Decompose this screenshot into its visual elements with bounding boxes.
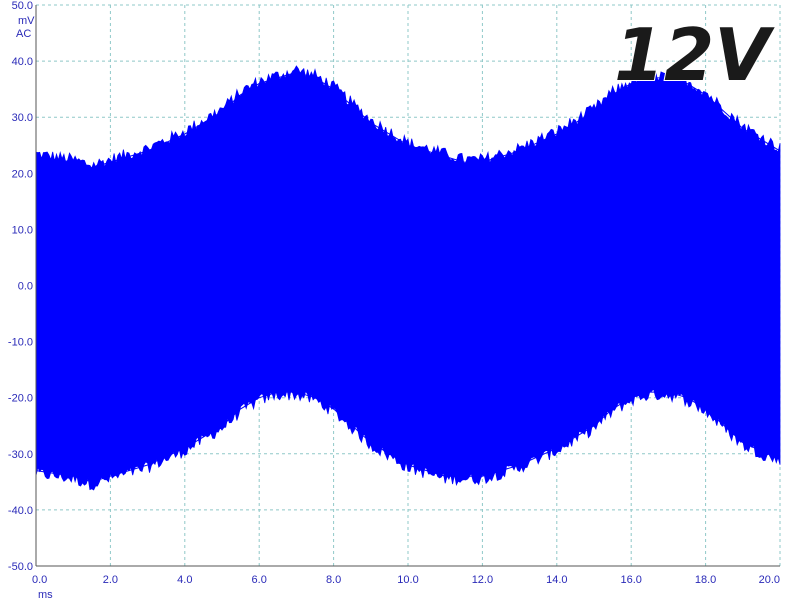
x-tick-label: 16.0 [620, 574, 641, 586]
y-tick-label: 20.0 [12, 168, 33, 180]
y-tick-label: -30.0 [8, 449, 33, 461]
y-tick-labels: 50.0 40.0 30.0 20.0 10.0 0.0 -10.0 -20.0 -30.0 -4… [8, 0, 33, 573]
x-tick-label: 10.0 [397, 574, 418, 586]
y-tick-label: -20.0 [8, 393, 33, 405]
x-tick-labels: 0.0 2.0 4.0 6.0 8.0 10.0 12.0 14.0 16.0 18.0 20.0 [32, 574, 780, 586]
x-tick-label: 6.0 [252, 574, 267, 586]
signal-band [35, 65, 781, 491]
oscilloscope-chart: 50.0 40.0 30.0 20.0 10.0 0.0 -10.0 -20.0 -30.0 -4… [8, 0, 781, 600]
y-tick-label: 50.0 [12, 0, 33, 12]
x-tick-label: 12.0 [472, 574, 493, 586]
y-tick-label: -10.0 [8, 337, 33, 349]
y-tick-label: 10.0 [12, 224, 33, 236]
y-unit-label: mV [18, 15, 35, 27]
x-tick-label: 14.0 [546, 574, 567, 586]
y-tick-label: 0.0 [18, 281, 33, 293]
signal-trace-group [35, 65, 781, 491]
x-tick-label: 20.0 [759, 574, 780, 586]
x-tick-label: 0.0 [32, 574, 47, 586]
y-tick-label: -50.0 [8, 561, 33, 573]
x-tick-label: 18.0 [695, 574, 716, 586]
y-tick-label: -40.0 [8, 505, 33, 517]
y-coupling-label: AC [16, 28, 31, 40]
y-tick-label: 40.0 [12, 56, 33, 68]
x-tick-label: 2.0 [103, 574, 118, 586]
y-tick-label: 30.0 [12, 112, 33, 124]
voltage-overlay-label: 12V [614, 13, 775, 97]
x-tick-label: 4.0 [177, 574, 192, 586]
x-tick-label: 8.0 [326, 574, 341, 586]
x-unit-label: ms [38, 589, 53, 600]
